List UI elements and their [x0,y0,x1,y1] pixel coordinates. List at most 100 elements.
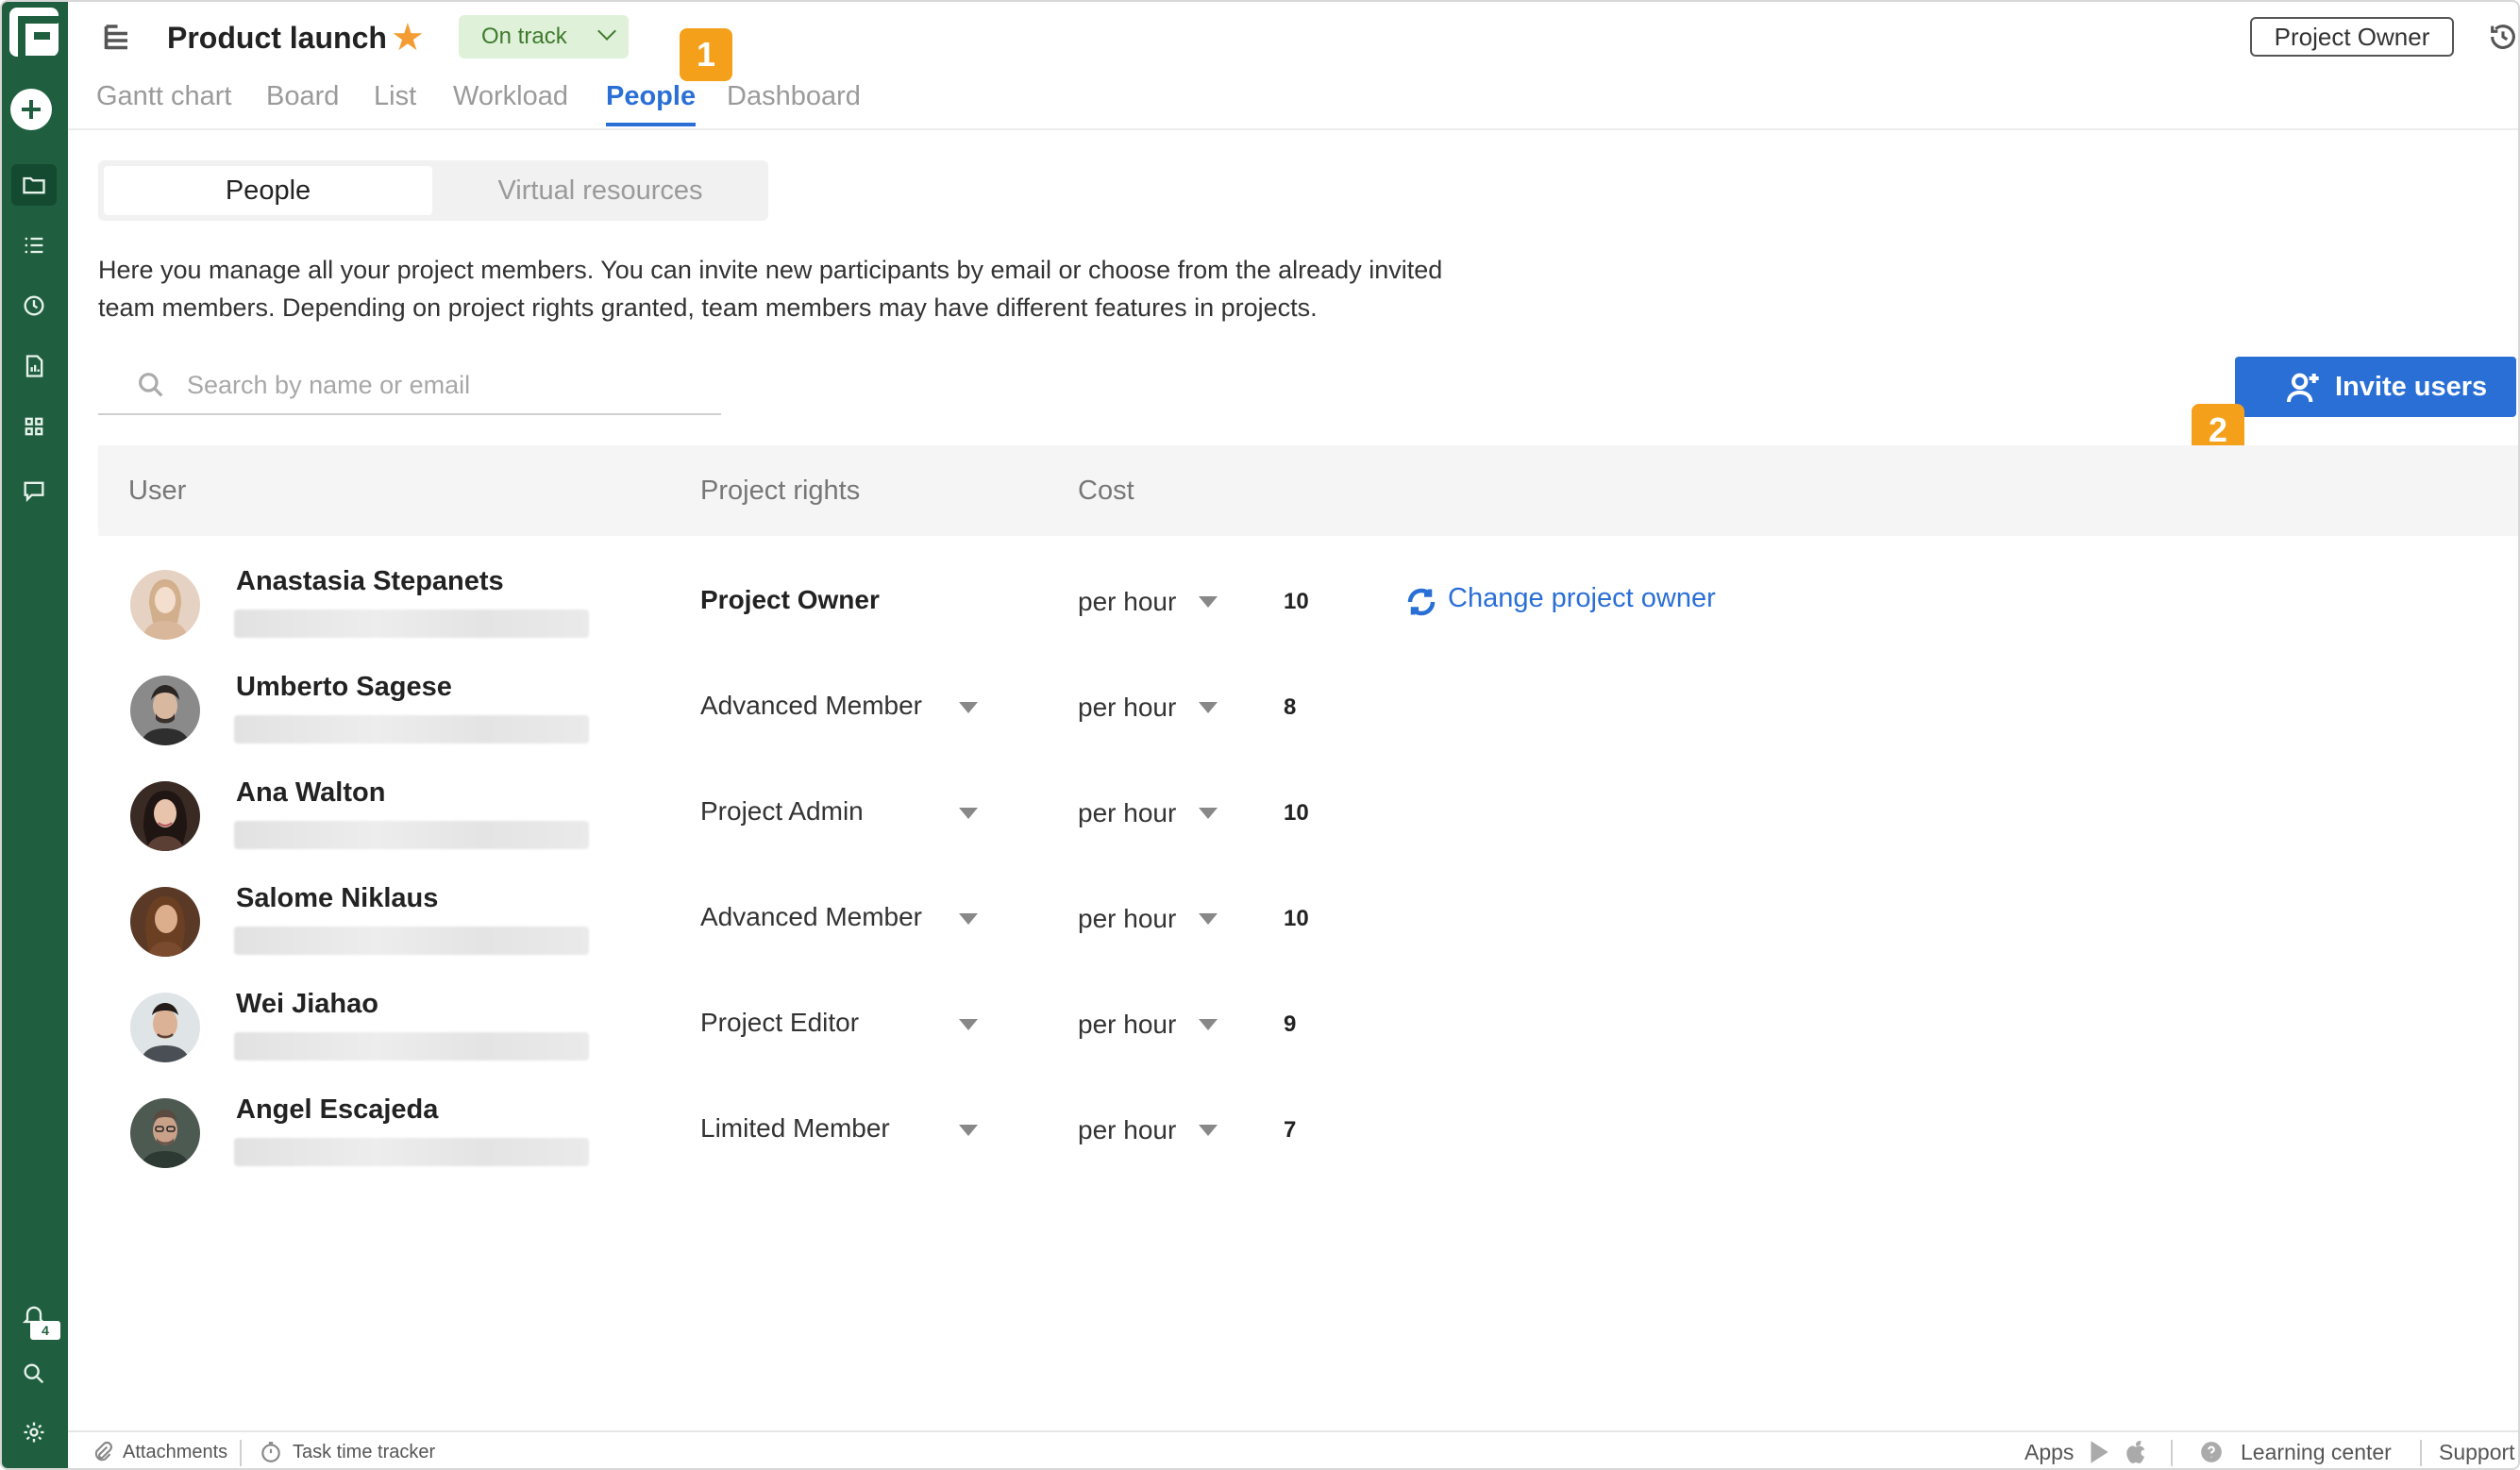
cost-unit-dropdown[interactable]: per hour [1078,1010,1176,1040]
segment-people[interactable]: People [104,166,432,215]
avatar [130,1098,200,1168]
footer-divider [240,1440,242,1466]
ganttpro-logo-icon[interactable] [9,8,65,63]
project-rights-dropdown[interactable]: Limited Member [700,1113,890,1144]
people-description: Here you manage all your project members… [98,256,1443,322]
avatar [130,676,200,745]
avatar [130,887,200,957]
tab-people[interactable]: People [606,81,697,126]
user-email-redacted [234,927,589,955]
column-header-user[interactable]: User [128,445,186,536]
google-play-icon[interactable] [2086,1440,2110,1464]
status-dropdown[interactable]: On track [459,15,629,58]
clock-icon[interactable] [11,285,57,326]
cost-value[interactable]: 10 [1284,906,1309,932]
refresh-icon [1404,585,1438,619]
user-email-redacted [234,715,589,743]
left-rail: 4 [2,2,68,1468]
project-rights-dropdown[interactable]: Project Editor [700,1008,859,1038]
settings-gear-icon[interactable] [11,1412,57,1453]
column-header-cost[interactable]: Cost [1078,445,1134,536]
table-row: Wei Jiahao Project Editor per hour 9 [98,976,2458,1081]
favorite-star-icon[interactable]: ★ [391,15,425,60]
project-rights-dropdown[interactable]: Advanced Member [700,902,922,932]
apps-grid-icon[interactable] [11,406,57,447]
projects-folder-icon[interactable] [11,164,57,206]
table-row: Anastasia Stepanets Project Owner per ho… [98,553,2458,659]
members-table-header: User Project rights Cost [98,445,2518,536]
cost-unit-dropdown[interactable]: per hour [1078,798,1176,828]
cost-unit-dropdown[interactable]: per hour [1078,904,1176,934]
change-project-owner-label: Change project owner [1448,583,1716,613]
app-window: 4 Product launch ★ On track Gantt chart … [0,0,2520,1470]
project-owner-role-button[interactable]: Project Owner [2250,17,2454,57]
tab-dashboard[interactable]: Dashboard [727,81,861,112]
search-icon[interactable] [11,1353,57,1395]
cost-value[interactable]: 8 [1284,694,1296,721]
project-header: Product launch ★ On track Gantt chart Bo… [68,2,2518,130]
change-project-owner-link[interactable]: Change project owner [1404,583,1716,616]
table-row: Angel Escajeda Limited Member per hour 7 [98,1081,2458,1187]
caret-down-icon[interactable] [959,808,978,819]
caret-down-icon[interactable] [959,913,978,925]
avatar [130,781,200,851]
apple-icon[interactable] [2124,1440,2148,1464]
search-input[interactable] [187,366,697,404]
comments-icon[interactable] [11,470,57,511]
tab-list[interactable]: List [374,81,416,112]
add-user-icon [2284,368,2322,406]
project-rights-value: Project Owner [700,585,880,614]
footer-divider [2171,1440,2173,1466]
caret-down-icon[interactable] [959,1125,978,1136]
cost-unit-dropdown[interactable]: per hour [1078,693,1176,723]
search-icon [136,370,166,400]
attachments-link[interactable]: Attachments [123,1442,227,1463]
user-name: Salome Niklaus [236,883,439,913]
cost-value[interactable]: 7 [1284,1117,1296,1144]
caret-down-icon[interactable] [1199,596,1218,608]
invite-users-label: Invite users [2335,372,2488,402]
segment-virtual-resources[interactable]: Virtual resources [438,166,763,215]
caret-down-icon[interactable] [959,1019,978,1030]
list-icon[interactable] [11,225,57,266]
chevron-down-icon [597,22,616,41]
tab-workload[interactable]: Workload [453,81,568,112]
task-time-tracker-link[interactable]: Task time tracker [293,1442,435,1463]
tab-gantt-chart[interactable]: Gantt chart [96,81,231,112]
column-header-project-rights[interactable]: Project rights [700,445,860,536]
create-new-icon[interactable] [10,89,52,130]
caret-down-icon[interactable] [1199,702,1218,713]
invite-users-button[interactable]: Invite users [2235,357,2516,417]
user-email-redacted [234,1138,589,1166]
user-name: Umberto Sagese [236,672,452,702]
caret-down-icon[interactable] [959,702,978,713]
search-box [98,357,721,415]
caret-down-icon[interactable] [1199,1019,1218,1030]
cost-unit-dropdown[interactable]: per hour [1078,587,1176,617]
cost-value[interactable]: 10 [1284,800,1309,827]
footer-divider [2420,1440,2422,1466]
tab-board[interactable]: Board [266,81,339,112]
notification-count-badge: 4 [30,1321,60,1340]
stopwatch-icon [259,1440,283,1464]
project-title[interactable]: Product launch [167,21,387,56]
table-row: Salome Niklaus Advanced Member per hour … [98,870,2458,976]
avatar [130,993,200,1062]
apps-link[interactable]: Apps [2024,1440,2074,1465]
history-icon[interactable] [2487,21,2518,53]
table-row: Umberto Sagese Advanced Member per hour … [98,659,2458,764]
learning-center-link[interactable]: Learning center [2241,1440,2392,1465]
support-link[interactable]: Support [2439,1440,2515,1465]
project-rights-dropdown[interactable]: Project Admin [700,796,864,827]
cost-value[interactable]: 10 [1284,589,1309,615]
caret-down-icon[interactable] [1199,1125,1218,1136]
footer-bar: Attachments Task time tracker Apps Learn… [68,1430,2518,1468]
project-rights-dropdown[interactable]: Advanced Member [700,691,922,721]
caret-down-icon[interactable] [1199,808,1218,819]
cost-unit-dropdown[interactable]: per hour [1078,1115,1176,1145]
reports-icon[interactable] [11,345,57,387]
callout-badge-1: 1 [680,28,732,81]
user-name: Angel Escajeda [236,1094,439,1125]
cost-value[interactable]: 9 [1284,1011,1296,1038]
caret-down-icon[interactable] [1199,913,1218,925]
